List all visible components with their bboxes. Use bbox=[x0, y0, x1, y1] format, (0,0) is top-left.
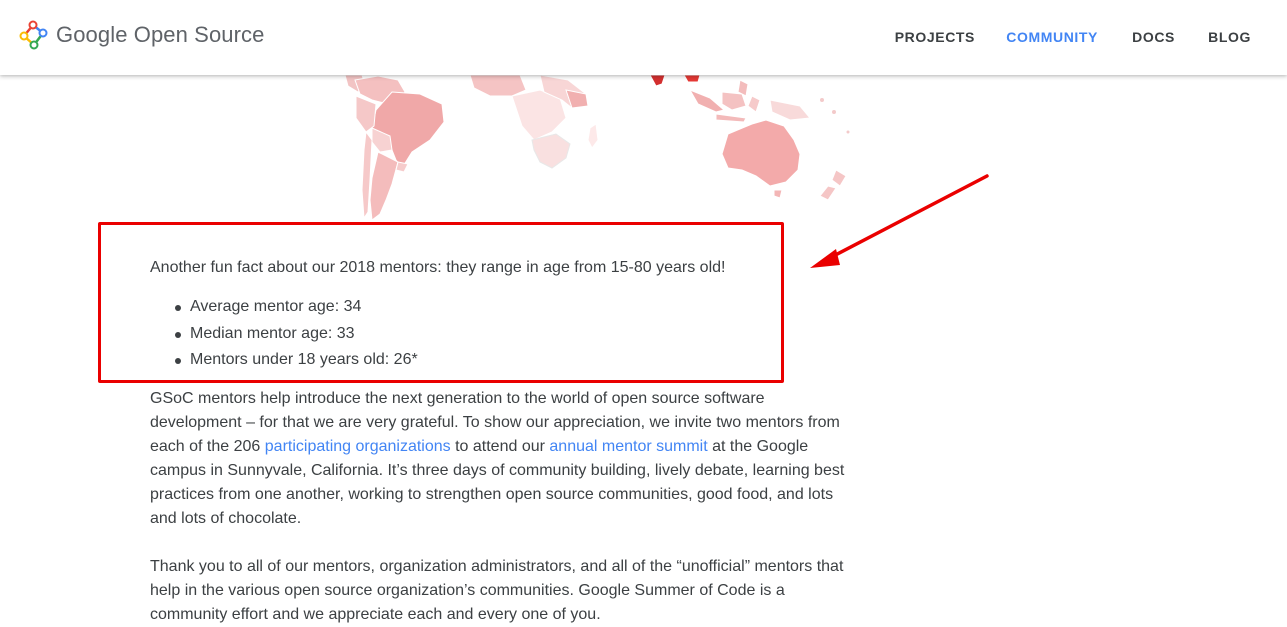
google-open-source-logo-icon bbox=[19, 20, 48, 50]
map-peru bbox=[355, 95, 377, 133]
map-india-tip bbox=[649, 74, 666, 87]
map-uruguay bbox=[395, 161, 409, 173]
map-africa-west bbox=[469, 74, 527, 97]
mentor-appreciation-paragraph: GSoC mentors help introduce the next gen… bbox=[150, 387, 850, 531]
participating-organizations-link[interactable]: participating organizations bbox=[265, 438, 451, 455]
nav-projects[interactable]: PROJECTS bbox=[895, 29, 975, 45]
map-tasmania bbox=[773, 189, 783, 199]
nav-community[interactable]: COMMUNITY bbox=[1006, 29, 1098, 45]
mentor-stats-list: Average mentor age: 34 Median mentor age… bbox=[150, 294, 418, 374]
map-sumatra bbox=[688, 89, 726, 113]
map-australia bbox=[721, 119, 801, 187]
map-argentina bbox=[369, 151, 399, 221]
map-se-asia bbox=[683, 74, 701, 83]
site-header: Google Open Source PROJECTS COMMUNITY DO… bbox=[0, 0, 1287, 75]
annual-mentor-summit-link[interactable]: annual mentor summit bbox=[549, 438, 707, 455]
map-madagascar bbox=[587, 123, 599, 149]
map-island bbox=[832, 110, 836, 114]
map-island bbox=[846, 130, 850, 134]
map-borneo bbox=[721, 91, 747, 111]
thank-you-paragraph: Thank you to all of our mentors, organiz… bbox=[150, 558, 844, 623]
paragraph-text: to attend our bbox=[450, 438, 550, 455]
list-item: Average mentor age: 34 bbox=[150, 294, 418, 321]
fun-fact-text: Another fun fact about our 2018 mentors:… bbox=[150, 259, 726, 276]
list-item: Mentors under 18 years old: 26* bbox=[150, 347, 418, 374]
site-logo[interactable]: Google Open Source bbox=[19, 20, 265, 50]
map-java bbox=[715, 113, 747, 123]
map-sulawesi bbox=[747, 95, 761, 113]
nav-docs[interactable]: DOCS bbox=[1132, 29, 1175, 45]
annotation-arrow-icon bbox=[810, 174, 989, 268]
map-new-guinea bbox=[769, 99, 811, 121]
map-island bbox=[820, 98, 824, 102]
list-item: Median mentor age: 33 bbox=[150, 321, 418, 348]
map-africa-south bbox=[531, 133, 571, 169]
nav-blog[interactable]: BLOG bbox=[1208, 29, 1251, 45]
logo-text: Google Open Source bbox=[56, 22, 265, 47]
